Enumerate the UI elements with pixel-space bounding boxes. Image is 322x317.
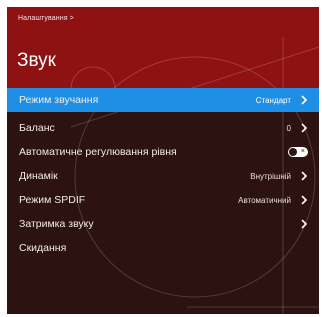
toggle-switch[interactable]: × (288, 147, 308, 157)
chevron-right-icon (301, 219, 308, 229)
chevron-right-icon (301, 171, 308, 181)
menu-item-2[interactable]: Баланс 0 (7, 116, 319, 140)
menu-item-label: Затримка звуку (19, 218, 94, 230)
menu-item-5[interactable]: Режим SPDIF Автоматичний (7, 188, 319, 212)
menu-item-7[interactable]: Скидання (7, 236, 319, 260)
settings-header: Налаштування > Звук (7, 7, 319, 88)
settings-menu: Режим звучання Стандарт Баланс 0 Автоматичне… (7, 88, 319, 260)
menu-item-label: Скидання (19, 242, 67, 254)
menu-item-6[interactable]: Затримка звуку (7, 212, 319, 236)
toggle-off-icon: × (300, 148, 305, 155)
chevron-right-icon (301, 123, 308, 133)
menu-item-label: Режим SPDIF (19, 194, 86, 206)
menu-item-value: Стандарт (255, 96, 291, 105)
breadcrumb[interactable]: Налаштування > (18, 15, 74, 22)
menu-item-value: Автоматичний (238, 196, 291, 205)
settings-panel: Налаштування > Звук Режим звучання Станда… (7, 7, 319, 314)
menu-item-value: Внутрішній (250, 172, 291, 181)
menu-item-label: Автоматичне регулювання рівня (19, 146, 177, 158)
chevron-right-icon (301, 95, 308, 105)
menu-item-1[interactable]: Режим звучання Стандарт (7, 88, 319, 112)
menu-item-4[interactable]: Динамік Внутрішній (7, 164, 319, 188)
menu-item-label: Баланс (19, 122, 55, 134)
menu-item-value: 0 (286, 124, 291, 133)
chevron-right-icon (301, 195, 308, 205)
toggle-knob (289, 148, 297, 156)
menu-item-label: Динамік (19, 170, 58, 182)
page-title: Звук (17, 50, 56, 71)
menu-item-label: Режим звучання (19, 94, 99, 106)
menu-item-3[interactable]: Автоматичне регулювання рівня × (7, 140, 319, 164)
